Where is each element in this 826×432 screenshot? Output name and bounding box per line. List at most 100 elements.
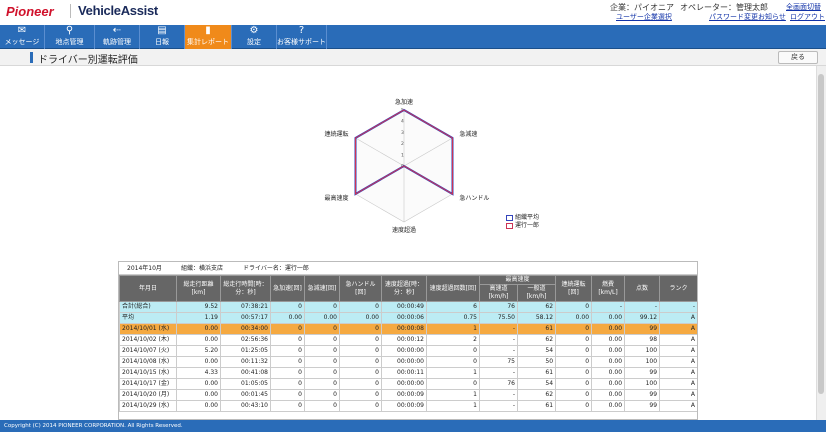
fullscreen-toggle-link[interactable]: 全画面切替 [786, 2, 821, 12]
cell-score: 99 [624, 400, 661, 412]
cell-accel: 0 [270, 323, 305, 335]
cell-accel: 0 [270, 378, 305, 390]
cell-ocount: 0 [426, 356, 480, 368]
cell-score: 100 [624, 345, 661, 357]
cell-rank: A [659, 323, 697, 335]
cell-time: 00:41:08 [220, 367, 271, 379]
switch-user-company-link[interactable]: ユーザー企業選択 [616, 12, 672, 22]
cell-distance: 0.00 [176, 400, 221, 412]
cell-ocount: 1 [426, 367, 480, 379]
cell-fuel: 0.00 [591, 334, 626, 346]
cell-rank: A [659, 367, 697, 379]
cell-distance: 0.00 [176, 356, 221, 368]
cell-date: 2014/10/17 (金) [119, 378, 177, 390]
col-header-hard-accel: 急加速[回] [270, 275, 305, 302]
col-header-hard-turn: 急ハンドル[回] [339, 275, 382, 302]
cell-accel: 0.00 [270, 312, 305, 324]
col-header-date: 年月日 [119, 275, 177, 302]
col-header-continuous: 連続運転[回] [555, 275, 593, 302]
cell-time: 01:25:05 [220, 345, 271, 357]
cell-fuel: 0.00 [591, 312, 626, 324]
cell-fuel: 0.00 [591, 367, 626, 379]
cell-decel: 0 [304, 367, 340, 379]
report-org: 組織：横浜支店 [181, 265, 224, 272]
nav-item-label: 日報 [155, 38, 169, 46]
nav-item-label: お客様サポート [277, 38, 326, 46]
table-row[interactable]: 2014/10/20 (月) 0.00 00:01:45 0 0 0 00:00:09 1-6… [119, 389, 697, 401]
cell-decel: 0 [304, 378, 340, 390]
cell-decel: 0 [304, 356, 340, 368]
col-header-max-speed: 最高速度 [478, 275, 557, 285]
cell-time: 00:57:17 [220, 312, 271, 324]
cell-time: 00:01:45 [220, 389, 271, 401]
cell-score: 100 [624, 378, 661, 390]
app-root: Pioneer VehicleAssist 企業：パイオニア オペレーター：管理… [0, 0, 826, 432]
cell-distance: 5.20 [176, 345, 221, 357]
map-pin-icon: ⚲ [65, 25, 74, 36]
cell-turn: 0 [339, 301, 382, 313]
cell-local: 61 [516, 323, 557, 335]
cell-rank: A [659, 345, 697, 357]
cell-turn: 0 [339, 400, 382, 412]
cell-rank: A [659, 334, 697, 346]
cell-decel: 0 [304, 334, 340, 346]
cell-accel: 0 [270, 389, 305, 401]
nav-item-support[interactable]: ? お客様サポート [277, 25, 327, 49]
nav-item-daily-report[interactable]: ▤ 日報 [140, 25, 185, 49]
radar-axis-label: 急減速 [459, 130, 477, 138]
table-row[interactable]: 2014/10/02 (木) 0.00 02:56:36 0 0 0 00:00:12 2-6… [119, 334, 697, 346]
cell-local: 61 [516, 367, 557, 379]
bar-chart-icon: ▮ [205, 25, 211, 36]
cell-score: 98 [624, 334, 661, 346]
page-titlebar: ドライバー別運転評価 戻る [0, 49, 826, 66]
table-row[interactable]: 2014/10/29 (水) 0.00 00:43:10 0 0 0 00:00:09 1-6… [119, 400, 697, 412]
cell-hw: - [479, 323, 518, 335]
table-row[interactable]: 合計(総合) 9.52 07:38:21 0 0 0 00:00:49 6 76 62 0- - - [119, 301, 697, 313]
col-header-drive-time: 総走行時間[時：分：秒] [220, 275, 271, 302]
cell-ocount: 0 [426, 345, 480, 357]
cell-decel: 0.00 [304, 312, 340, 324]
cell-fuel: 0.00 [591, 345, 626, 357]
cell-accel: 0 [270, 334, 305, 346]
nav-item-settings[interactable]: ⚙ 設定 [232, 25, 277, 49]
cell-fuel: 0.00 [591, 323, 626, 335]
cell-decel: 0 [304, 400, 340, 412]
cell-time: 00:34:00 [220, 323, 271, 335]
cell-cont: 0 [555, 345, 593, 357]
cell-fuel: 0.00 [591, 400, 626, 412]
back-button[interactable]: 戻る [778, 51, 818, 64]
cell-otime: 00:00:09 [381, 389, 427, 401]
col-header-distance: 総走行距離[km] [176, 275, 221, 302]
table-row[interactable]: 2014/10/07 (火) 5.20 01:25:05 0 0 0 00:00:00 0-5… [119, 345, 697, 357]
logo-divider [70, 4, 71, 18]
cell-score: 99 [624, 367, 661, 379]
table-row[interactable]: 2014/10/15 (水) 4.33 00:41:08 0 0 0 00:00:11 1-6… [119, 367, 697, 379]
nav-item-summary-report[interactable]: ▮ 集計レポート [185, 25, 232, 49]
cell-date: 2014/10/01 (水) [119, 323, 177, 335]
cell-hw: - [479, 389, 518, 401]
cell-distance: 4.33 [176, 367, 221, 379]
table-row[interactable]: 2014/10/17 (金) 0.00 01:05:05 0 0 0 00:00:00 0 76… [119, 378, 697, 390]
cell-fuel: 0.00 [591, 356, 626, 368]
cell-accel: 0 [270, 367, 305, 379]
table-row[interactable]: 2014/10/08 (水) 0.00 00:11:32 0 0 0 00:00:00 0 75… [119, 356, 697, 368]
cell-otime: 00:00:49 [381, 301, 427, 313]
cell-date: 2014/10/07 (火) [119, 345, 177, 357]
logout-link[interactable]: ログアウト [790, 12, 825, 22]
nav-item-message[interactable]: ✉ メッセージ [0, 25, 45, 49]
cell-date: 2014/10/15 (水) [119, 367, 177, 379]
table-row[interactable]: 2014/10/01 (水) 0.00 00:34:00 0 0 0 00:00:08 1-6… [119, 323, 697, 335]
cell-fuel: - [591, 301, 626, 313]
copyright-text: Copyright (C) 2014 PIONEER CORPORATION. … [4, 423, 183, 429]
cell-local: 61 [516, 400, 557, 412]
radar-tick-label: 3 [401, 130, 404, 136]
change-password-link[interactable]: パスワード変更 [709, 12, 758, 22]
notices-link[interactable]: お知らせ [758, 12, 786, 22]
cell-ocount: 0 [426, 378, 480, 390]
nav-item-locations[interactable]: ⚲ 地点管理 [45, 25, 95, 49]
cell-otime: 00:00:00 [381, 356, 427, 368]
nav-item-tracks[interactable]: ⇠ 軌跡管理 [95, 25, 140, 49]
page-scrollbar-thumb[interactable] [818, 74, 824, 394]
table-row[interactable]: 平均 1.19 00:57:17 0.00 0.00 0.00 00:00:06 0.75 75… [119, 312, 697, 324]
cell-time: 00:43:10 [220, 400, 271, 412]
